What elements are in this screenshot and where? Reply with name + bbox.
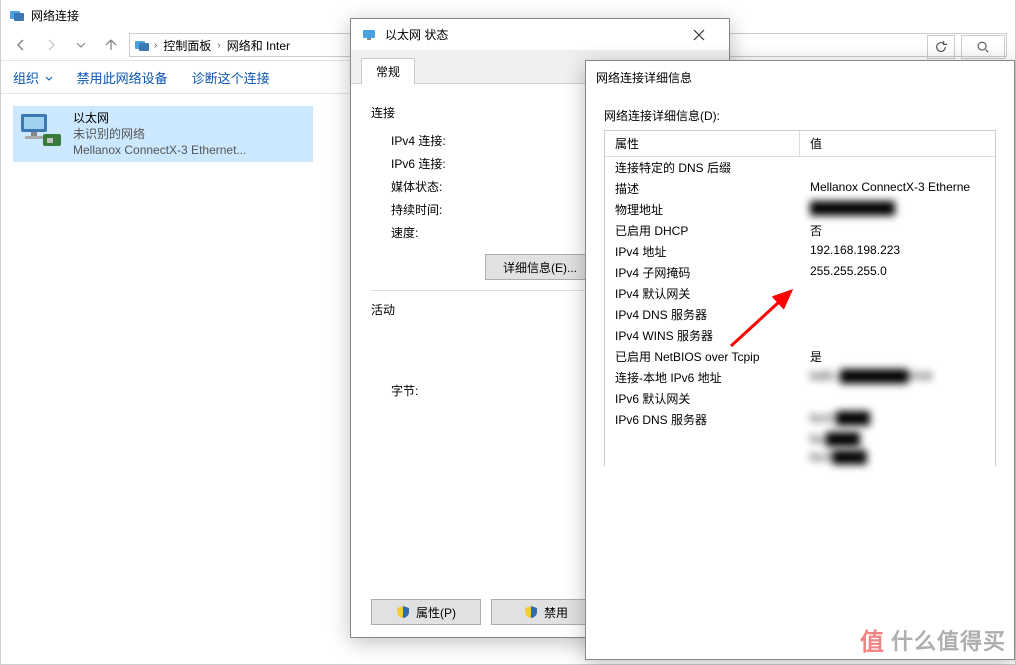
- prop-value: [800, 325, 995, 346]
- breadcrumb-seg[interactable]: 控制面板: [161, 37, 213, 54]
- details-row[interactable]: IPv4 WINS 服务器: [605, 325, 995, 346]
- close-button[interactable]: [679, 21, 719, 49]
- prop-value: [800, 283, 995, 304]
- watermark-text: 什么值得买: [891, 624, 1006, 656]
- prop-value: fec0████: [800, 448, 995, 466]
- shield-icon: [524, 605, 538, 619]
- prop-name: IPv4 DNS 服务器: [605, 304, 800, 325]
- adapter-item[interactable]: 以太网 未识别的网络 Mellanox ConnectX-3 Ethernet.…: [13, 106, 313, 162]
- ethernet-icon: [361, 27, 377, 43]
- prop-name: 连接-本地 IPv6 地址: [605, 367, 800, 388]
- prop-value: Mellanox ConnectX-3 Etherne: [800, 178, 995, 199]
- prop-name: 已启用 NetBIOS over Tcpip: [605, 346, 800, 367]
- details-row[interactable]: 描述Mellanox ConnectX-3 Etherne: [605, 178, 995, 199]
- prop-value: 192.168.198.223: [800, 241, 995, 262]
- details-row[interactable]: fec████: [605, 430, 995, 448]
- details-row[interactable]: 已启用 DHCP否: [605, 220, 995, 241]
- dialog-title: 以太网 状态: [385, 26, 679, 43]
- adapter-name: 以太网: [73, 110, 246, 126]
- details-body: 网络连接详细信息(D): 属性 值 连接特定的 DNS 后缀描述Mellanox…: [586, 93, 1014, 480]
- prop-value: ██████████: [800, 199, 995, 220]
- shield-icon: [396, 605, 410, 619]
- bytes-label: 字节:: [391, 382, 521, 399]
- organize-label: 组织: [13, 71, 39, 86]
- network-folder-icon: [9, 7, 25, 23]
- properties-button[interactable]: 属性(P): [371, 599, 481, 625]
- disable-device-button[interactable]: 禁用此网络设备: [77, 68, 168, 87]
- prop-value: fe80::████████b%9: [800, 367, 995, 388]
- properties-label: 属性(P): [416, 604, 456, 621]
- details-row[interactable]: IPv6 DNS 服务器fec0:████: [605, 409, 995, 430]
- prop-name: 物理地址: [605, 199, 800, 220]
- details-rows: 连接特定的 DNS 后缀描述Mellanox ConnectX-3 Ethern…: [605, 157, 995, 466]
- organize-menu[interactable]: 组织: [13, 68, 53, 87]
- details-button[interactable]: 详细信息(E)...: [485, 254, 595, 280]
- network-folder-icon: [134, 37, 150, 53]
- prop-name: [605, 448, 800, 466]
- details-row[interactable]: 连接特定的 DNS 后缀: [605, 157, 995, 178]
- prop-name: 描述: [605, 178, 800, 199]
- adapter-status: 未识别的网络: [73, 126, 246, 142]
- connection-details-dialog: 网络连接详细信息 网络连接详细信息(D): 属性 值 连接特定的 DNS 后缀描…: [585, 60, 1015, 660]
- ethernet-adapter-icon: [17, 110, 65, 150]
- details-row[interactable]: IPv4 子网掩码255.255.255.0: [605, 262, 995, 283]
- cp-title: 网络连接: [31, 7, 79, 24]
- prop-value: 255.255.255.0: [800, 262, 995, 283]
- details-table: 属性 值 连接特定的 DNS 后缀描述Mellanox ConnectX-3 E…: [604, 130, 996, 466]
- details-row[interactable]: IPv4 地址192.168.198.223: [605, 241, 995, 262]
- prop-value: [800, 388, 995, 409]
- prop-value: 是: [800, 346, 995, 367]
- status-key: IPv6 连接:: [391, 155, 521, 172]
- nav-forward-button[interactable]: [39, 33, 63, 57]
- status-key: IPv4 连接:: [391, 132, 521, 149]
- status-key: 速度:: [391, 224, 521, 241]
- dialog-titlebar[interactable]: 网络连接详细信息: [586, 61, 1014, 93]
- prop-value: [800, 157, 995, 178]
- tab-general[interactable]: 常规: [361, 58, 415, 84]
- dialog-title: 网络连接详细信息: [596, 69, 1004, 86]
- prop-name: IPv6 默认网关: [605, 388, 800, 409]
- details-row[interactable]: fec0████: [605, 448, 995, 466]
- prop-name: [605, 430, 800, 448]
- adapter-device: Mellanox ConnectX-3 Ethernet...: [73, 142, 246, 158]
- nav-back-button[interactable]: [9, 33, 33, 57]
- col-property[interactable]: 属性: [605, 131, 800, 156]
- search-box[interactable]: [961, 35, 1005, 59]
- dialog-titlebar[interactable]: 以太网 状态: [351, 19, 729, 51]
- status-key: 媒体状态:: [391, 178, 521, 195]
- breadcrumb-seg[interactable]: 网络和 Inter: [225, 37, 292, 54]
- breadcrumb-sep: ›: [154, 40, 157, 51]
- nav-recent-dropdown[interactable]: [69, 33, 93, 57]
- prop-name: 连接特定的 DNS 后缀: [605, 157, 800, 178]
- details-row[interactable]: 已启用 NetBIOS over Tcpip是: [605, 346, 995, 367]
- details-row[interactable]: IPv4 DNS 服务器: [605, 304, 995, 325]
- details-row[interactable]: 连接-本地 IPv6 地址fe80::████████b%9: [605, 367, 995, 388]
- details-row[interactable]: 物理地址██████████: [605, 199, 995, 220]
- nav-up-button[interactable]: [99, 33, 123, 57]
- prop-name: IPv4 WINS 服务器: [605, 325, 800, 346]
- prop-value: fec0:████: [800, 409, 995, 430]
- prop-name: IPv6 DNS 服务器: [605, 409, 800, 430]
- watermark: 值 什么值得买: [860, 622, 1006, 657]
- details-label: 网络连接详细信息(D):: [604, 107, 996, 124]
- status-key: 持续时间:: [391, 201, 521, 218]
- details-header: 属性 值: [605, 131, 995, 157]
- prop-name: IPv4 子网掩码: [605, 262, 800, 283]
- prop-value: fec████: [800, 430, 995, 448]
- details-row[interactable]: IPv6 默认网关: [605, 388, 995, 409]
- prop-name: IPv4 默认网关: [605, 283, 800, 304]
- details-row[interactable]: IPv4 默认网关: [605, 283, 995, 304]
- prop-value: [800, 304, 995, 325]
- disable-label: 禁用: [544, 604, 568, 621]
- diagnose-button[interactable]: 诊断这个连接: [192, 68, 270, 87]
- breadcrumb-sep: ›: [217, 40, 220, 51]
- col-value[interactable]: 值: [800, 131, 995, 156]
- prop-value: 否: [800, 220, 995, 241]
- refresh-button[interactable]: [927, 35, 955, 59]
- prop-name: IPv4 地址: [605, 241, 800, 262]
- adapter-text: 以太网 未识别的网络 Mellanox ConnectX-3 Ethernet.…: [73, 110, 246, 158]
- watermark-icon: 值: [860, 622, 885, 657]
- prop-name: 已启用 DHCP: [605, 220, 800, 241]
